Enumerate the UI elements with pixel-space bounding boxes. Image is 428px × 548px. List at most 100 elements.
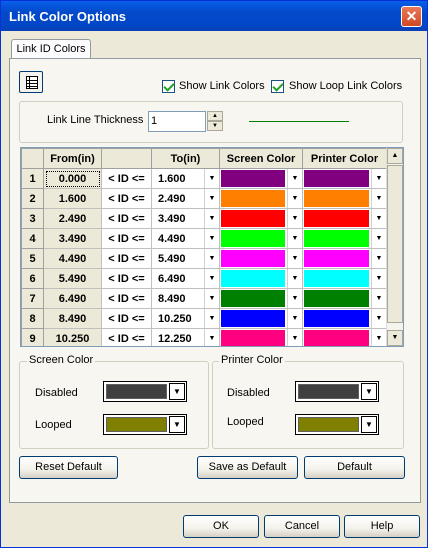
chevron-down-icon[interactable]: ▼: [169, 383, 185, 400]
default-button[interactable]: Default: [304, 456, 405, 479]
chevron-down-icon[interactable]: ▼: [169, 416, 185, 433]
screen-color-combo[interactable]: ▼: [219, 308, 303, 329]
to-value-combo[interactable]: 2.490 ▼: [151, 188, 220, 209]
scroll-down-icon[interactable]: ▼: [387, 330, 403, 346]
chevron-down-icon[interactable]: ▼: [287, 269, 302, 288]
printer-color-combo[interactable]: ▼: [302, 268, 387, 289]
to-value-combo[interactable]: 4.490 ▼: [151, 228, 220, 249]
printer-color-combo[interactable]: ▼: [302, 228, 387, 249]
printer-color-combo[interactable]: ▼: [302, 248, 387, 269]
from-value: 0.000: [43, 168, 102, 189]
grid-scrollbar[interactable]: ▲ ▼: [386, 148, 403, 346]
from-value: 5.490: [43, 268, 102, 289]
chevron-down-icon[interactable]: ▼: [371, 309, 386, 328]
screen-color-combo[interactable]: ▼: [219, 208, 303, 229]
ok-button[interactable]: OK: [183, 515, 259, 538]
screen-color-group: [19, 361, 209, 449]
table-row[interactable]: 4 3.490 < ID <= 4.490 ▼ ▼ ▼: [21, 228, 387, 249]
chevron-down-icon[interactable]: ▼: [371, 189, 386, 208]
range-operator: < ID <=: [101, 248, 152, 269]
chevron-down-icon[interactable]: ▼: [371, 249, 386, 268]
screen-disabled-color-combo[interactable]: ▼: [103, 381, 187, 402]
screen-disabled-swatch: [106, 384, 167, 399]
show-loop-link-colors-checkbox[interactable]: [271, 80, 284, 93]
chevron-down-icon[interactable]: ▼: [204, 269, 219, 288]
thickness-input[interactable]: 1: [148, 111, 206, 132]
printer-color-combo[interactable]: ▼: [302, 288, 387, 309]
chevron-down-icon[interactable]: ▼: [371, 229, 386, 248]
screen-color-swatch: [221, 170, 285, 187]
chevron-down-icon[interactable]: ▼: [371, 329, 386, 346]
printer-disabled-color-combo[interactable]: ▼: [295, 381, 379, 402]
screen-color-combo[interactable]: ▼: [219, 168, 303, 189]
to-value-combo[interactable]: 12.250 ▼: [151, 328, 220, 346]
screen-color-combo[interactable]: ▼: [219, 248, 303, 269]
screen-color-combo[interactable]: ▼: [219, 288, 303, 309]
screen-color-combo[interactable]: ▼: [219, 328, 303, 346]
thickness-spinner[interactable]: ▲ ▼: [207, 111, 223, 132]
printer-color-combo[interactable]: ▼: [302, 208, 387, 229]
chevron-down-icon[interactable]: ▼: [287, 189, 302, 208]
to-value-combo[interactable]: 5.490 ▼: [151, 248, 220, 269]
close-button[interactable]: ✕: [401, 6, 422, 27]
screen-color-combo[interactable]: ▼: [219, 228, 303, 249]
printer-color-combo[interactable]: ▼: [302, 308, 387, 329]
chevron-down-icon[interactable]: ▼: [204, 329, 219, 346]
chevron-down-icon[interactable]: ▼: [204, 169, 219, 188]
screen-color-combo[interactable]: ▼: [219, 268, 303, 289]
chevron-down-icon[interactable]: ▼: [287, 169, 302, 188]
table-row[interactable]: 2 1.600 < ID <= 2.490 ▼ ▼ ▼: [21, 188, 387, 209]
chevron-down-icon[interactable]: ▼: [361, 416, 377, 433]
scroll-up-icon[interactable]: ▲: [387, 148, 403, 164]
printer-color-combo[interactable]: ▼: [302, 188, 387, 209]
chevron-down-icon[interactable]: ▼: [371, 289, 386, 308]
printer-color-combo[interactable]: ▼: [302, 328, 387, 346]
to-value: 1.600: [158, 172, 186, 185]
to-value-combo[interactable]: 3.490 ▼: [151, 208, 220, 229]
save-as-default-button[interactable]: Save as Default: [197, 456, 298, 479]
chevron-down-icon[interactable]: ▼: [287, 329, 302, 346]
chevron-down-icon[interactable]: ▼: [204, 289, 219, 308]
chevron-down-icon[interactable]: ▼: [287, 229, 302, 248]
spin-down-icon[interactable]: ▼: [207, 121, 223, 131]
help-button[interactable]: Help: [344, 515, 420, 538]
cancel-button[interactable]: Cancel: [264, 515, 340, 538]
table-row[interactable]: 7 6.490 < ID <= 8.490 ▼ ▼ ▼: [21, 288, 387, 309]
table-row[interactable]: 1 0.000 < ID <= 1.600 ▼ ▼ ▼: [21, 168, 387, 189]
show-link-colors-checkbox[interactable]: [162, 80, 175, 93]
tab-link-id-colors[interactable]: Link ID Colors: [11, 39, 91, 59]
reset-default-button[interactable]: Reset Default: [19, 456, 118, 479]
chevron-down-icon[interactable]: ▼: [204, 249, 219, 268]
to-value-combo[interactable]: 8.490 ▼: [151, 288, 220, 309]
from-value: 2.490: [43, 208, 102, 229]
chevron-down-icon[interactable]: ▼: [287, 309, 302, 328]
spin-up-icon[interactable]: ▲: [207, 111, 223, 121]
chevron-down-icon[interactable]: ▼: [371, 269, 386, 288]
grid-layout-button[interactable]: [19, 71, 43, 93]
table-row[interactable]: 5 4.490 < ID <= 5.490 ▼ ▼ ▼: [21, 248, 387, 269]
to-value: 10.250: [158, 312, 192, 325]
table-row[interactable]: 6 5.490 < ID <= 6.490 ▼ ▼ ▼: [21, 268, 387, 289]
printer-looped-color-combo[interactable]: ▼: [295, 414, 379, 435]
table-row[interactable]: 3 2.490 < ID <= 3.490 ▼ ▼ ▼: [21, 208, 387, 229]
table-row[interactable]: 8 8.490 < ID <= 10.250 ▼ ▼ ▼: [21, 308, 387, 329]
chevron-down-icon[interactable]: ▼: [371, 169, 386, 188]
screen-color-combo[interactable]: ▼: [219, 188, 303, 209]
chevron-down-icon[interactable]: ▼: [287, 289, 302, 308]
chevron-down-icon[interactable]: ▼: [204, 189, 219, 208]
chevron-down-icon[interactable]: ▼: [361, 383, 377, 400]
scroll-thumb[interactable]: [387, 165, 403, 323]
chevron-down-icon[interactable]: ▼: [371, 209, 386, 228]
chevron-down-icon[interactable]: ▼: [287, 249, 302, 268]
to-value-combo[interactable]: 6.490 ▼: [151, 268, 220, 289]
chevron-down-icon[interactable]: ▼: [204, 209, 219, 228]
chevron-down-icon[interactable]: ▼: [204, 309, 219, 328]
chevron-down-icon[interactable]: ▼: [204, 229, 219, 248]
to-value-combo[interactable]: 10.250 ▼: [151, 308, 220, 329]
to-value-combo[interactable]: 1.600 ▼: [151, 168, 220, 189]
to-value: 3.490: [158, 212, 186, 225]
printer-color-combo[interactable]: ▼: [302, 168, 387, 189]
table-row[interactable]: 9 10.250 < ID <= 12.250 ▼ ▼ ▼: [21, 328, 387, 346]
chevron-down-icon[interactable]: ▼: [287, 209, 302, 228]
screen-looped-color-combo[interactable]: ▼: [103, 414, 187, 435]
